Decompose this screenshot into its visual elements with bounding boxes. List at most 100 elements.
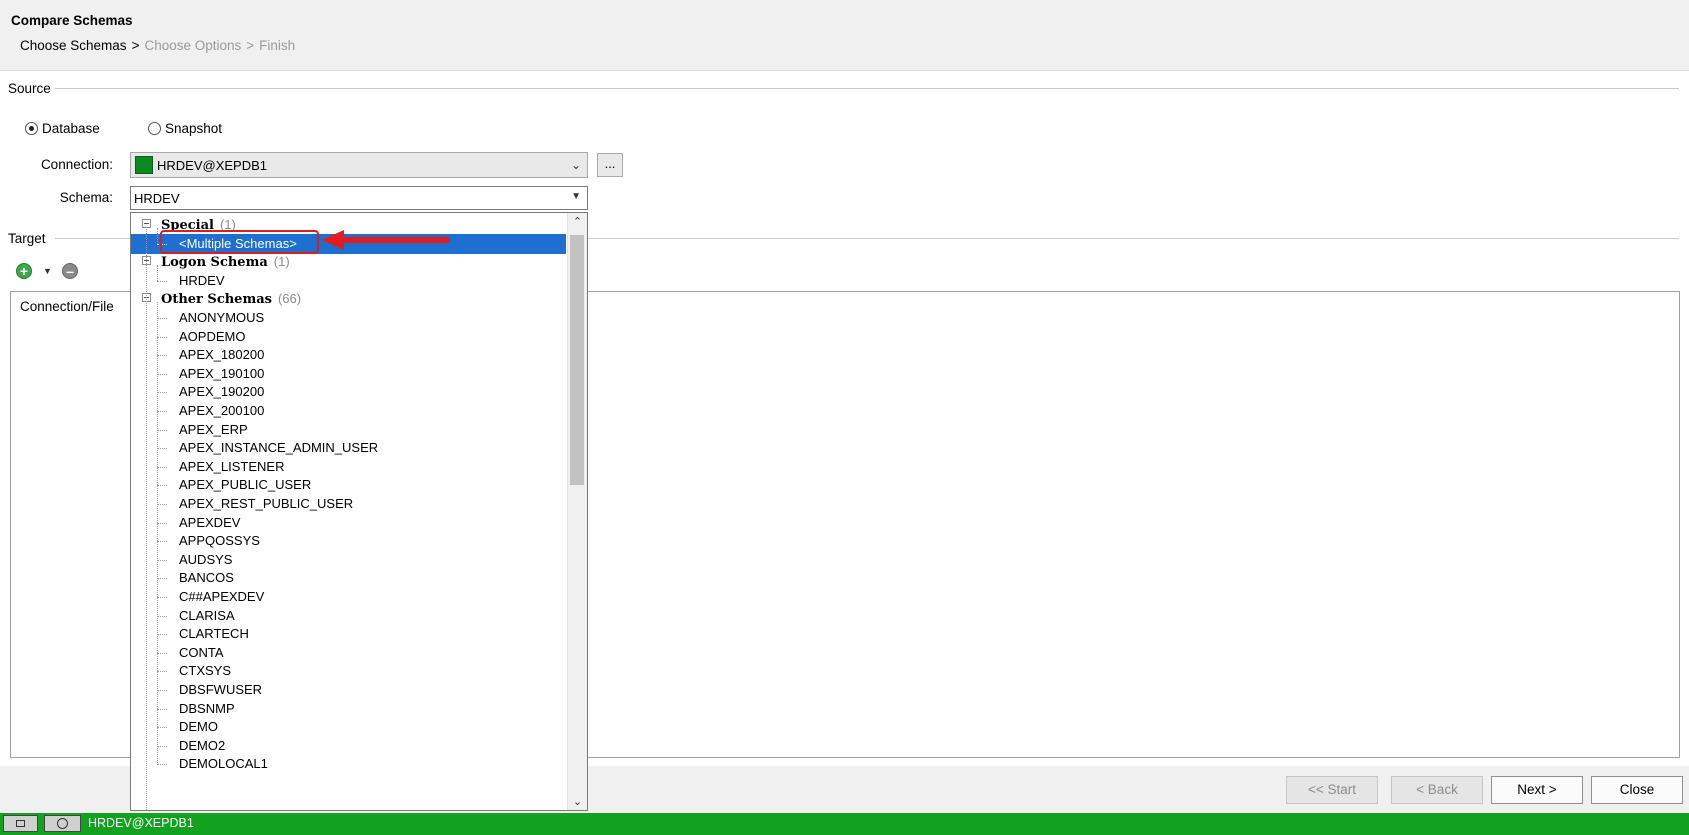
schema-option-label: APPQOSSYS <box>179 533 260 549</box>
schema-option[interactable]: APEX_REST_PUBLIC_USER <box>131 494 566 514</box>
browse-connection-button[interactable]: ... <box>597 153 623 177</box>
add-options-dropdown-icon[interactable]: ▼ <box>43 266 52 276</box>
schema-option-label: DBSFWUSER <box>179 682 263 697</box>
next-button[interactable]: Next > <box>1491 776 1583 804</box>
target-column-header: Connection/File <box>20 299 114 314</box>
schema-option-label: APEXDEV <box>179 514 241 530</box>
connection-color-icon <box>135 156 153 174</box>
scroll-down-icon[interactable]: ⌄ <box>568 795 587 808</box>
schema-option-label: APEX_PUBLIC_USER <box>179 477 312 493</box>
breadcrumb-separator: > <box>131 38 140 53</box>
schema-option-label: DEMO <box>179 719 218 735</box>
back-button[interactable]: < Back <box>1391 776 1483 804</box>
tree-connector <box>157 280 167 282</box>
schema-option[interactable]: CLARTECH <box>131 624 566 644</box>
breadcrumb-choose-options: Choose Options <box>144 38 242 53</box>
schema-select[interactable]: HRDEV ▼ <box>130 186 588 210</box>
tree-root-line <box>146 227 147 810</box>
schema-option[interactable]: APEX_190100 <box>131 364 566 384</box>
wizard-header: Compare Schemas Choose Schemas > Choose Op… <box>0 0 1689 70</box>
tree-group[interactable]: Other Schemas (66) <box>131 289 566 309</box>
tree-group-title: Other Schemas <box>161 292 272 308</box>
schema-option-label: C##APEXDEV <box>179 589 265 604</box>
tree-connector <box>157 690 167 691</box>
schema-option[interactable]: APEX_200100 <box>131 401 566 421</box>
status-window-icon[interactable] <box>3 815 38 832</box>
connection-select[interactable]: HRDEV@XEPDB1 ⌄ <box>130 152 588 178</box>
tree-connector <box>157 392 167 394</box>
schema-option[interactable]: ANONYMOUS <box>131 308 566 328</box>
scrollbar-thumb[interactable] <box>570 235 584 485</box>
tree-connector <box>157 745 167 747</box>
schema-option[interactable]: DEMO <box>131 717 566 737</box>
schema-option[interactable]: DEMO2 <box>131 736 566 756</box>
schema-dropdown-list[interactable]: Special (1) <Multiple Schemas> Logon Schema… <box>130 212 588 811</box>
schema-option-label: APEX_REST_PUBLIC_USER <box>179 496 354 511</box>
schema-option[interactable]: APEX_INSTANCE_ADMIN_USER <box>131 438 566 458</box>
snapshot-radio[interactable]: Snapshot <box>148 121 222 136</box>
connection-value: HRDEV@XEPDB1 <box>157 157 268 173</box>
schema-option-label: APEX_LISTENER <box>179 458 285 474</box>
source-divider <box>55 88 1679 89</box>
target-section-label: Target <box>8 231 50 246</box>
schema-option[interactable]: BANCOS <box>131 568 566 588</box>
schema-option[interactable]: APEX_180200 <box>131 345 566 365</box>
schema-option[interactable]: CLARISA <box>131 606 566 626</box>
schema-option-label: CONTA <box>179 644 224 660</box>
schema-option-label: APEX_200100 <box>179 403 265 418</box>
tree-connector <box>157 708 167 710</box>
schema-option[interactable]: C##APEXDEV <box>131 587 566 607</box>
schema-option[interactable]: APEXDEV <box>131 513 566 533</box>
schema-option-label: CTXSYS <box>179 663 232 679</box>
radio-unchecked-icon <box>148 122 161 135</box>
schema-option[interactable]: DBSFWUSER <box>131 680 566 700</box>
schema-option-label: DEMOLOCAL1 <box>179 756 268 772</box>
tree-connector <box>157 578 167 580</box>
status-clock-icon[interactable] <box>44 815 81 832</box>
radio-checked-icon <box>25 122 38 135</box>
dropdown-arrow-icon[interactable]: ▼ <box>571 191 581 202</box>
schema-option-label: APEX_180200 <box>179 347 265 363</box>
schema-label: Schema: <box>59 190 113 205</box>
tree-connector <box>157 615 167 617</box>
tree-connector <box>157 373 167 375</box>
schema-option[interactable]: APEX_ERP <box>131 420 566 440</box>
schema-option[interactable]: APEX_190200 <box>131 382 566 402</box>
dropdown-scrollbar[interactable]: ⌃ ⌄ <box>567 213 587 810</box>
schema-option-label: AOPDEMO <box>179 328 246 344</box>
scroll-up-icon[interactable]: ⌃ <box>568 215 587 228</box>
schema-option[interactable]: CONTA <box>131 643 566 663</box>
tree-connector <box>157 727 167 729</box>
schema-option[interactable]: DEMOLOCAL1 <box>131 754 566 774</box>
schema-option-label: CLARISA <box>179 607 235 623</box>
close-button[interactable]: Close <box>1591 776 1683 804</box>
schema-option[interactable]: APPQOSSYS <box>131 531 566 551</box>
tree-connector <box>157 411 167 412</box>
schema-option[interactable]: APEX_LISTENER <box>131 457 566 477</box>
tree-connector <box>157 448 167 450</box>
schema-option[interactable]: APEX_PUBLIC_USER <box>131 475 566 495</box>
schema-option[interactable]: CTXSYS <box>131 661 566 681</box>
remove-target-icon[interactable]: – <box>62 263 78 279</box>
start-button[interactable]: << Start <box>1286 776 1378 804</box>
tree-connector <box>157 597 167 598</box>
schema-option[interactable]: AUDSYS <box>131 550 566 570</box>
add-target-icon[interactable]: + <box>16 263 32 279</box>
tree-connector <box>157 634 167 636</box>
tree-connector <box>157 336 167 338</box>
tree-guide-line <box>157 264 158 282</box>
status-bar: HRDEV@XEPDB1 <box>0 813 1689 835</box>
tree-connector <box>157 318 167 319</box>
schema-option[interactable]: AOPDEMO <box>131 327 566 347</box>
database-radio[interactable]: Database <box>25 121 100 136</box>
breadcrumb-separator: > <box>246 38 255 53</box>
tree-guide-line <box>157 302 158 765</box>
tree-connector <box>157 541 167 543</box>
schema-option-label: BANCOS <box>179 570 234 586</box>
tree-group-title: Logon Schema <box>161 255 268 271</box>
schema-option-label: DEMO2 <box>179 737 226 753</box>
schema-option[interactable]: HRDEV <box>131 271 566 291</box>
schema-option[interactable]: DBSNMP <box>131 699 566 719</box>
tree-group[interactable]: Logon Schema (1) <box>131 252 566 272</box>
tree-connector <box>157 671 167 673</box>
